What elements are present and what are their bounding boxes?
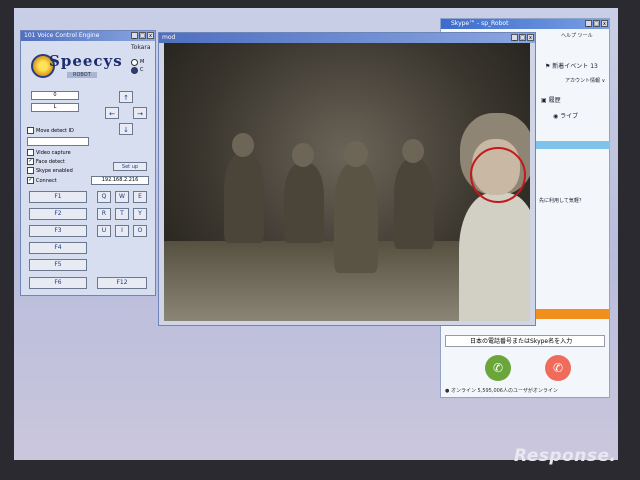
voice-control-title: 101 Voice Control Engine (24, 32, 100, 39)
user-sign: Tokara (131, 44, 151, 51)
key-q-button[interactable]: Q (97, 191, 111, 203)
mode-radio-m[interactable] (131, 58, 138, 66)
video-titlebar[interactable]: mod _ □ x (159, 33, 535, 43)
video-title: mod (162, 34, 176, 41)
logo-subtext: ROBOT (67, 72, 97, 78)
video-minimize-button[interactable]: _ (511, 34, 518, 41)
value-field-bottom[interactable]: L (31, 103, 79, 112)
close-button[interactable]: x (147, 32, 154, 39)
key-e-button[interactable]: E (133, 191, 147, 203)
move-detect-slider[interactable] (27, 137, 89, 146)
key-w-button[interactable]: W (115, 191, 129, 203)
skype-phone-input[interactable]: 日本の電話番号またはSkype名を入力 (445, 335, 605, 347)
skype-status-bar: ● オンライン 5,595,006人のユーザがオンライン (445, 388, 558, 394)
skype-maximize-button[interactable]: □ (593, 20, 600, 27)
f4-button[interactable]: F4 (29, 242, 87, 254)
ip-address-field[interactable]: 192.168.2.216 (91, 176, 149, 185)
logo-text: Speecys (49, 52, 123, 70)
key-u-button[interactable]: U (97, 225, 111, 237)
video-capture-checkbox[interactable]: Video capture (27, 149, 71, 156)
connect-checkbox[interactable]: ✓ Connect (27, 177, 57, 184)
voice-control-window: 101 Voice Control Engine _ □ x Tokara Sp… (20, 30, 156, 296)
face-detect-circle (470, 147, 526, 203)
minimize-button[interactable]: _ (131, 32, 138, 39)
key-i-button[interactable]: I (115, 225, 129, 237)
video-feed (164, 43, 530, 321)
arrow-left-button[interactable]: ← (105, 107, 119, 119)
mode-radio-c[interactable] (131, 66, 138, 74)
watermark-logo: Response. (514, 446, 617, 466)
f1-button[interactable]: F1 (29, 191, 87, 203)
skype-titlebar[interactable]: Skype™ - sp_Robot _ □ x (441, 19, 609, 29)
f2-button[interactable]: F2 (29, 208, 87, 220)
call-button-icon[interactable]: ✆ (485, 355, 511, 381)
setup-button[interactable]: Set up (113, 162, 147, 171)
video-capture-window: mod _ □ x (158, 32, 536, 326)
key-t-button[interactable]: T (115, 208, 129, 220)
skype-menu[interactable]: ヘルプ ツール (561, 32, 593, 39)
key-r-button[interactable]: R (97, 208, 111, 220)
skype-events[interactable]: ⚑ 新着イベント 13 (545, 61, 598, 70)
speecys-logo: Speecys ROBOT (31, 52, 122, 82)
mode-selector: M C (131, 58, 144, 74)
f3-button[interactable]: F3 (29, 225, 87, 237)
skype-title: Skype™ - sp_Robot (451, 20, 509, 27)
skype-minimize-button[interactable]: _ (585, 20, 592, 27)
f5-button[interactable]: F5 (29, 259, 87, 271)
f12-button[interactable]: F12 (97, 277, 147, 289)
face-detect-checkbox[interactable]: ✓ Face detect (27, 158, 65, 165)
skype-account-link[interactable]: アカウント情報 ∨ (565, 77, 605, 84)
value-field-top[interactable]: 0 (31, 91, 79, 100)
hangup-button-icon[interactable]: ✆ (545, 355, 571, 381)
skype-message: 先に利用して気軽？ (539, 198, 584, 204)
video-close-button[interactable]: x (527, 34, 534, 41)
f6-button[interactable]: F6 (29, 277, 87, 289)
skype-selected-row (536, 141, 610, 149)
skype-enabled-checkbox[interactable]: Skype enabled (27, 167, 73, 174)
key-o-button[interactable]: O (133, 225, 147, 237)
video-maximize-button[interactable]: □ (519, 34, 526, 41)
arrow-up-button[interactable]: ↑ (119, 91, 133, 103)
arrow-right-button[interactable]: → (133, 107, 147, 119)
move-detect-checkbox[interactable]: Move detect ID (27, 127, 74, 134)
voice-control-titlebar[interactable]: 101 Voice Control Engine _ □ x (21, 31, 155, 41)
key-y-button[interactable]: Y (133, 208, 147, 220)
skype-promo-bar (536, 309, 610, 319)
skype-close-button[interactable]: x (601, 20, 608, 27)
maximize-button[interactable]: □ (139, 32, 146, 39)
arrow-down-button[interactable]: ↓ (119, 123, 133, 135)
skype-history-tab[interactable]: ▣ 履歴 (541, 95, 561, 104)
skype-live-tab[interactable]: ◉ ライブ (553, 111, 578, 120)
